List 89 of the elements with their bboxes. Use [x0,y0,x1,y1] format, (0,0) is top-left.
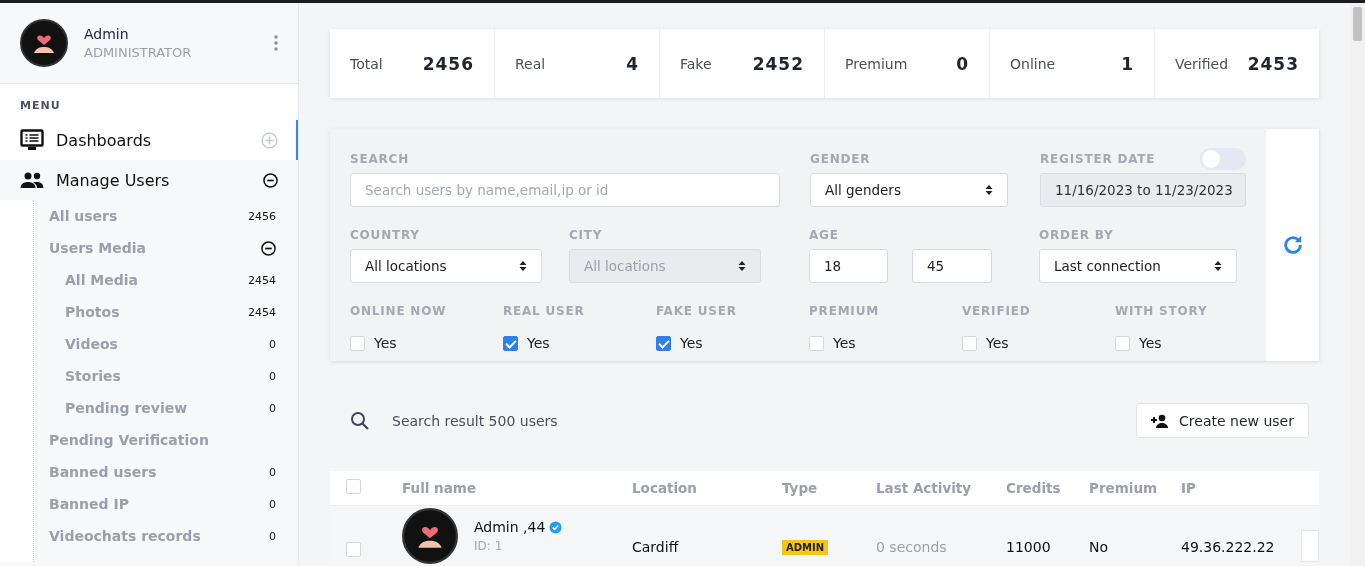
checkbox[interactable] [503,335,518,351]
field-label: REGISTER DATE [1040,152,1156,167]
stat-value: 1 [1121,53,1134,74]
field-label: SEARCH [350,151,411,168]
refresh-icon[interactable] [1281,234,1304,257]
stat-value: 2453 [1247,53,1299,74]
people-icon [20,171,44,189]
credits-cell-text: 11000 [1006,539,1052,555]
add-user-icon [1151,413,1170,428]
field-label: CITY [569,227,604,244]
select-arrows-icon [1214,260,1222,273]
stat-label: Premium [845,55,908,72]
stat-value: 0 [956,53,969,74]
stat-label: Verified [1175,55,1229,72]
select-field[interactable]: All locations [350,249,542,284]
location-cell: Cardiff [632,539,679,555]
user-name: Admin [84,26,130,42]
input-field[interactable]: 45 [912,249,992,284]
menu-heading: MENU [19,99,62,114]
menu-item[interactable]: Stories 0 [34,360,298,392]
last-activity-cell-text: 0 seconds [876,539,948,555]
ip-cell: 49.36.222.22 [1181,539,1275,555]
menu-item[interactable]: All users 2456 [34,200,298,232]
row-checkbox[interactable] [346,542,361,557]
user-name[interactable]: Admin ,44 [474,519,546,535]
menu-item[interactable]: Banned IP 0 [34,488,298,520]
field-label: ORDER BY [1039,227,1115,244]
select-arrows-icon [738,260,746,273]
expand-icon[interactable] [261,131,278,149]
field-label: WITH STORY [1115,303,1209,320]
premium-cell-text: No [1089,539,1110,555]
field-label: ONLINE NOW [350,303,448,320]
checkbox-label: Yes [527,335,550,352]
select-arrows-icon [519,260,527,273]
avatar-logo-icon [20,19,68,67]
count-label: 0 [269,497,276,511]
count-label: 0 [269,401,276,415]
menu-item[interactable]: Videochats records 0 [34,520,298,552]
menu-item[interactable]: All Media 2454 [34,264,298,296]
checkbox-label: Yes [833,335,856,352]
collapse-icon[interactable] [263,172,278,188]
monitor-list-icon [20,129,44,151]
action-button[interactable] [1301,530,1319,562]
stat-label: Fake [680,55,712,72]
field-label: AGE [809,227,840,244]
count-label: 0 [269,369,276,383]
stat-label: Online [1010,55,1056,72]
type-tag: ADMIN [782,539,829,555]
select-field[interactable]: Last connection [1039,249,1237,284]
user-role: ADMINISTRATOR [84,45,193,60]
checkbox-label: Yes [374,335,397,352]
field-label: REAL USER [503,303,586,320]
stat-label: Total [350,55,383,72]
checkbox-label: Yes [1139,335,1162,352]
field-label: VERIFIED [962,303,1032,320]
result-summary: Search result 500 users [392,412,559,429]
count-label: 0 [269,465,276,479]
count-label: 0 [269,529,276,543]
more-options-icon[interactable] [274,35,278,51]
count-label: 2456 [248,209,276,223]
create-user-button[interactable]: Create new user [1136,403,1309,438]
select-all-checkbox[interactable] [346,479,361,494]
select-field[interactable]: All genders [810,173,1008,208]
menu-item[interactable]: Banned users 0 [34,456,298,488]
menu-item[interactable]: Pending review 0 [34,392,298,424]
select-arrows-icon [985,184,993,197]
field-label: GENDER [810,151,872,168]
checkbox-label: Yes [680,335,703,352]
field-label: FAKE USER [656,303,738,320]
menu-item[interactable]: Videos 0 [34,328,298,360]
collapse-icon[interactable] [261,240,276,256]
count-label: 2454 [248,273,276,287]
stat-value: 2456 [422,53,474,74]
checkbox-label: Yes [986,335,1009,352]
menu-item[interactable]: Photos 2454 [34,296,298,328]
user-id: ID: 1 [474,539,504,553]
search-icon[interactable] [350,410,370,431]
stat-value: 2452 [752,53,804,74]
count-label: 2454 [248,305,276,319]
stat-label: Real [515,55,546,72]
count-label: 0 [269,337,276,351]
scrollbar[interactable] [1350,3,1365,566]
field-label: COUNTRY [350,227,421,244]
avatar-logo-icon [402,508,458,564]
checkbox[interactable] [656,335,671,351]
stat-value: 4 [626,53,639,74]
input-field[interactable]: 18 [809,249,888,284]
menu-item[interactable]: Manage Users [0,160,298,200]
field-label: PREMIUM [809,303,880,320]
